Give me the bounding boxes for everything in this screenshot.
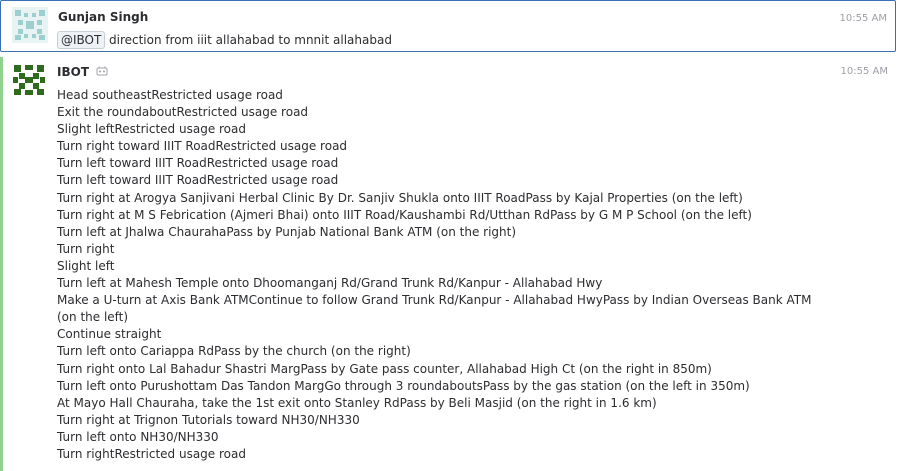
bot-response-lines: Head southeastRestricted usage road Exit… — [57, 87, 817, 463]
direction-step: At Mayo Hall Chauraha, take the 1st exit… — [57, 395, 657, 410]
message-bot[interactable]: IBOT 10:55 AM Head southeastRestricted u… — [0, 57, 896, 471]
direction-step: Slight left — [57, 258, 115, 273]
direction-step: Turn right — [57, 241, 115, 256]
direction-step: Turn left toward IIIT RoadRestricted usa… — [57, 173, 339, 188]
direction-step: Turn right at M S Febrication (Ajmeri Bh… — [57, 207, 752, 222]
mention-tag[interactable]: @IBOT — [57, 31, 106, 49]
sender-name[interactable]: Gunjan Singh — [58, 10, 148, 24]
sender-name[interactable]: IBOT — [57, 65, 89, 79]
direction-step: Head southeastRestricted usage road — [57, 88, 283, 102]
direction-step: Turn right toward IIIT RoadRestricted us… — [57, 139, 348, 154]
direction-step: Turn left onto Purushottam Das Tandon Ma… — [57, 378, 750, 393]
direction-step: Turn left onto NH30/NH330 — [57, 429, 219, 444]
user-avatar-icon[interactable] — [12, 7, 48, 43]
direction-step: Make a U-turn at Axis Bank ATMContinue t… — [57, 293, 812, 325]
bot-avatar-icon[interactable] — [11, 62, 47, 98]
direction-step: Turn left at Mahesh Temple onto Dhoomang… — [57, 276, 603, 291]
direction-step: Turn rightRestricted usage road — [57, 446, 246, 461]
message-timestamp[interactable]: 10:55 AM — [841, 66, 888, 77]
direction-step: Continue straight — [57, 327, 162, 342]
message-timestamp[interactable]: 10:55 AM — [840, 13, 887, 24]
direction-step: Turn right onto Lal Bahadur Shastri Marg… — [57, 361, 712, 376]
message-text: direction from iiit allahabad to mnnit a… — [109, 33, 392, 47]
direction-step: Turn left at Jhalwa ChaurahaPass by Punj… — [57, 224, 517, 239]
direction-step: Turn right at Trignon Tutorials toward N… — [57, 412, 360, 427]
direction-step: Turn right at Arogya Sanjivani Herbal Cl… — [57, 190, 743, 205]
bot-badge-icon — [96, 66, 108, 76]
direction-step: Turn left toward IIIT RoadRestricted usa… — [57, 156, 339, 171]
direction-step: Slight leftRestricted usage road — [57, 122, 246, 137]
direction-step: Exit the roundaboutRestricted usage road — [57, 105, 309, 120]
direction-step: Turn left onto Cariappa RdPass by the ch… — [57, 344, 411, 359]
message-user[interactable]: Gunjan Singh 10:55 AM @IBOT direction fr… — [0, 0, 896, 52]
